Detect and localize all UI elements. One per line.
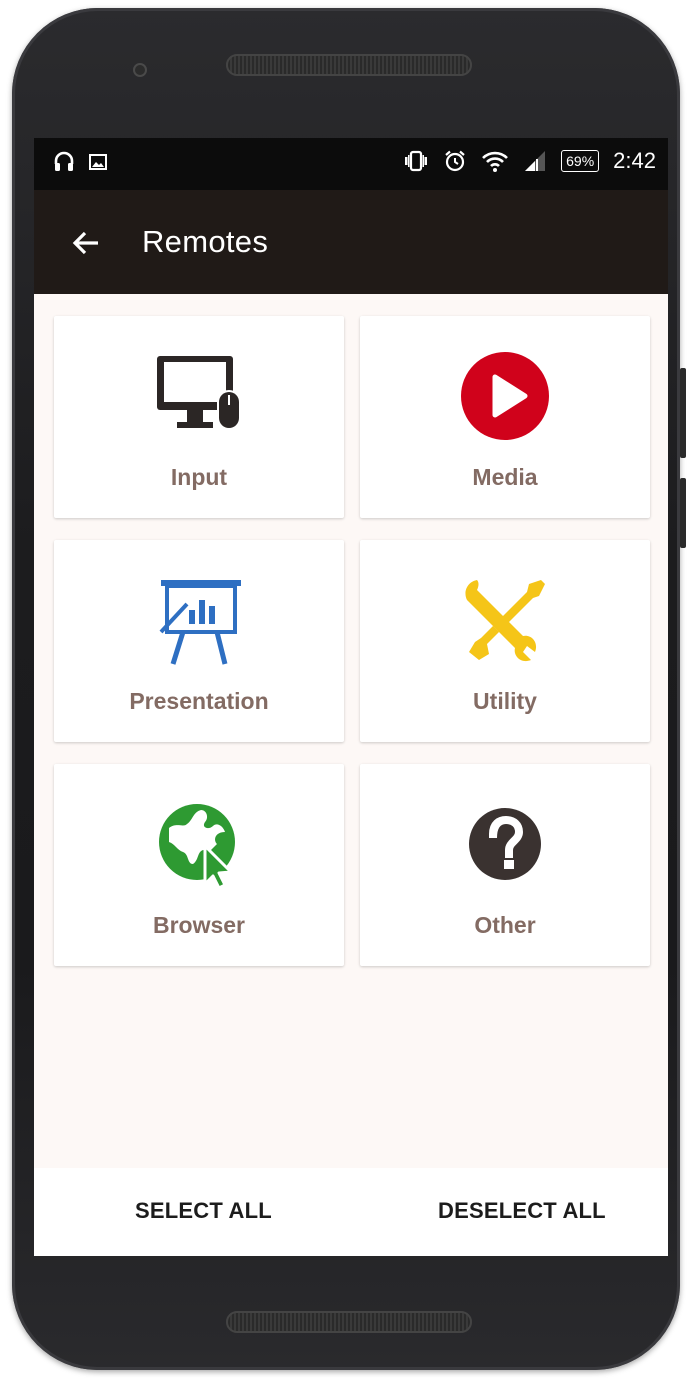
alarm-icon: [443, 149, 467, 173]
globe-cursor-icon: [153, 798, 245, 890]
volume-button: [680, 478, 686, 548]
headphones-icon: [52, 150, 76, 174]
phone-frame: 69% 2:42 Remotes Input Media Presentatio…: [12, 8, 686, 1370]
front-camera: [133, 63, 147, 77]
screen: 69% 2:42 Remotes Input Media Presentatio…: [34, 138, 668, 1256]
top-speaker-grille: [226, 54, 472, 76]
status-bar: 69% 2:42: [34, 138, 668, 190]
page-title: Remotes: [142, 224, 269, 259]
tile-label: Other: [474, 912, 536, 938]
arrow-left-icon: [72, 231, 98, 255]
question-circle-icon: [459, 798, 551, 890]
bottom-action-bar: SELECT ALL DESELECT ALL: [34, 1168, 668, 1256]
app-bar: Remotes: [34, 190, 668, 294]
clock: 2:42: [613, 148, 656, 173]
play-circle-icon: [459, 350, 551, 442]
tile-utility[interactable]: Utility: [360, 540, 650, 742]
battery-icon: 69%: [561, 150, 600, 172]
deselect-all-button[interactable]: DESELECT ALL: [438, 1198, 606, 1224]
presentation-board-icon: [153, 574, 245, 666]
tile-input[interactable]: Input: [54, 316, 344, 518]
image-icon: [88, 152, 108, 172]
wifi-icon: [481, 149, 509, 173]
tile-media[interactable]: Media: [360, 316, 650, 518]
battery-percent: 69%: [566, 153, 595, 169]
tile-label: Media: [472, 464, 538, 490]
tile-label: Browser: [152, 912, 246, 938]
bottom-speaker-grille: [226, 1311, 472, 1333]
vibrate-icon: [403, 149, 429, 173]
wrench-screwdriver-icon: [459, 574, 551, 666]
power-button: [680, 368, 686, 458]
back-button[interactable]: [68, 225, 104, 261]
tile-presentation[interactable]: Presentation: [54, 540, 344, 742]
tile-other[interactable]: Other: [360, 764, 650, 966]
tile-browser[interactable]: Browser: [54, 764, 344, 966]
tile-label: Presentation: [129, 688, 269, 714]
signal-icon: [523, 149, 547, 173]
tile-label: Utility: [473, 688, 537, 714]
stage: 69% 2:42 Remotes Input Media Presentatio…: [0, 0, 687, 1378]
select-all-button[interactable]: SELECT ALL: [135, 1198, 272, 1224]
tile-label: Input: [170, 464, 228, 490]
monitor-mouse-icon: [153, 350, 245, 442]
